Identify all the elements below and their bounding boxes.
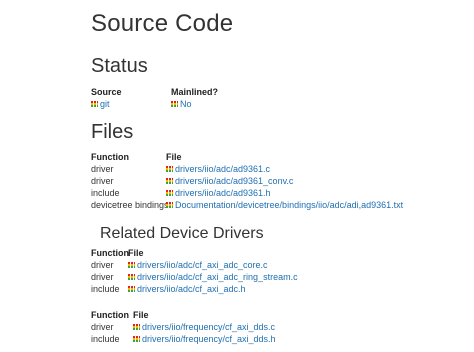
file-link[interactable]: drivers/iio/frequency/cf_axi_dds.c bbox=[142, 322, 275, 332]
git-icon bbox=[171, 100, 178, 107]
page-title: Source Code bbox=[91, 10, 234, 37]
function-cell: include bbox=[91, 188, 120, 198]
git-icon bbox=[133, 335, 140, 342]
table-row: include drivers/iio/adc/ad9361.h bbox=[91, 187, 431, 199]
source-cell: git bbox=[91, 98, 110, 110]
col-function-header: Function bbox=[91, 248, 129, 258]
function-cell: driver bbox=[91, 176, 114, 186]
mainlined-cell: No bbox=[171, 98, 192, 110]
git-icon bbox=[91, 100, 98, 107]
function-cell: devicetree bindings bbox=[91, 200, 169, 210]
related-table-1: Function File driver drivers/iio/adc/cf_… bbox=[91, 247, 351, 295]
file-link[interactable]: drivers/iio/adc/ad9361.h bbox=[175, 188, 271, 198]
file-link[interactable]: drivers/iio/adc/cf_axi_adc_ring_stream.c bbox=[137, 272, 298, 282]
git-icon bbox=[166, 189, 173, 196]
mainlined-link[interactable]: No bbox=[180, 99, 192, 109]
col-function-header: Function bbox=[91, 152, 129, 162]
function-cell: driver bbox=[91, 272, 114, 282]
related-table-2: Function File driver drivers/iio/frequen… bbox=[91, 309, 351, 345]
col-file-header: File bbox=[133, 310, 149, 320]
table-header-row: Source Mainlined? bbox=[91, 86, 291, 98]
function-cell: driver bbox=[91, 260, 114, 270]
table-row: devicetree bindings Documentation/device… bbox=[91, 199, 431, 211]
file-cell: drivers/iio/adc/cf_axi_adc_core.c bbox=[128, 259, 268, 271]
file-link[interactable]: drivers/iio/adc/ad9361.c bbox=[175, 164, 270, 174]
table-row: driver drivers/iio/adc/ad9361_conv.c bbox=[91, 175, 431, 187]
col-function-header: Function bbox=[91, 310, 129, 320]
source-link[interactable]: git bbox=[100, 99, 110, 109]
table-header-row: Function File bbox=[91, 309, 351, 321]
col-mainlined-header: Mainlined? bbox=[171, 87, 218, 97]
git-icon bbox=[128, 261, 135, 268]
git-icon bbox=[166, 165, 173, 172]
table-header-row: Function File bbox=[91, 247, 351, 259]
table-row: driver drivers/iio/adc/ad9361.c bbox=[91, 163, 431, 175]
file-cell: drivers/iio/adc/ad9361_conv.c bbox=[166, 175, 293, 187]
git-icon bbox=[166, 177, 173, 184]
function-cell: driver bbox=[91, 322, 114, 332]
table-row: driver drivers/iio/adc/cf_axi_adc_core.c bbox=[91, 259, 351, 271]
table-row: git No bbox=[91, 98, 291, 110]
git-icon bbox=[166, 201, 173, 208]
table-row: driver drivers/iio/adc/cf_axi_adc_ring_s… bbox=[91, 271, 351, 283]
col-source-header: Source bbox=[91, 87, 122, 97]
file-cell: drivers/iio/adc/ad9361.c bbox=[166, 163, 270, 175]
file-link[interactable]: drivers/iio/adc/cf_axi_adc.h bbox=[137, 284, 246, 294]
file-cell: drivers/iio/frequency/cf_axi_dds.c bbox=[133, 321, 275, 333]
file-link[interactable]: drivers/iio/adc/cf_axi_adc_core.c bbox=[137, 260, 268, 270]
files-table: Function File driver drivers/iio/adc/ad9… bbox=[91, 151, 431, 211]
file-cell: drivers/iio/frequency/cf_axi_dds.h bbox=[133, 333, 276, 345]
git-icon bbox=[128, 285, 135, 292]
related-drivers-heading: Related Device Drivers bbox=[100, 225, 264, 242]
status-table: Source Mainlined? git No bbox=[91, 86, 291, 110]
git-icon bbox=[133, 323, 140, 330]
file-link[interactable]: drivers/iio/adc/ad9361_conv.c bbox=[175, 176, 293, 186]
file-cell: drivers/iio/adc/cf_axi_adc_ring_stream.c bbox=[128, 271, 298, 283]
function-cell: driver bbox=[91, 164, 114, 174]
git-icon bbox=[128, 273, 135, 280]
table-row: include drivers/iio/frequency/cf_axi_dds… bbox=[91, 333, 351, 345]
file-cell: drivers/iio/adc/ad9361.h bbox=[166, 187, 271, 199]
file-link[interactable]: Documentation/devicetree/bindings/iio/ad… bbox=[175, 200, 403, 210]
file-cell: drivers/iio/adc/cf_axi_adc.h bbox=[128, 283, 246, 295]
function-cell: include bbox=[91, 284, 120, 294]
file-cell: Documentation/devicetree/bindings/iio/ad… bbox=[166, 199, 403, 211]
col-file-header: File bbox=[166, 152, 182, 162]
function-cell: include bbox=[91, 334, 120, 344]
table-row: include drivers/iio/adc/cf_axi_adc.h bbox=[91, 283, 351, 295]
file-link[interactable]: drivers/iio/frequency/cf_axi_dds.h bbox=[142, 334, 276, 344]
table-header-row: Function File bbox=[91, 151, 431, 163]
status-heading: Status bbox=[91, 55, 148, 77]
files-heading: Files bbox=[91, 121, 134, 143]
table-row: driver drivers/iio/frequency/cf_axi_dds.… bbox=[91, 321, 351, 333]
col-file-header: File bbox=[128, 248, 144, 258]
